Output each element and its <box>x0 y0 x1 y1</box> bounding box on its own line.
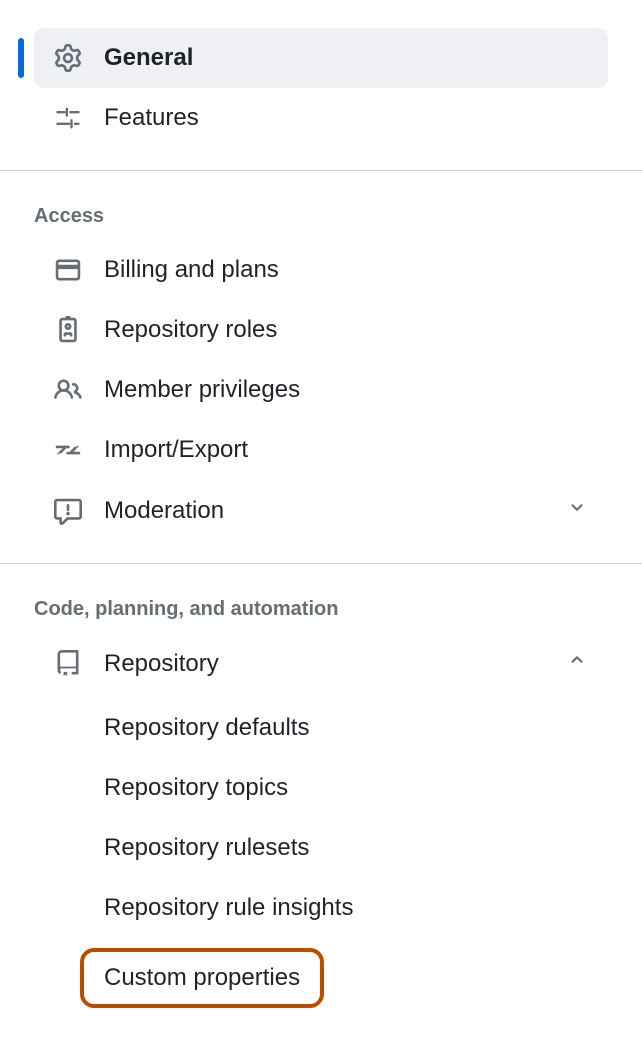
chevron-down-icon[interactable] <box>566 496 588 525</box>
sub-item-repo-rulesets[interactable]: Repository rulesets <box>84 818 608 878</box>
code-group: Code, planning, and automation Repositor… <box>0 564 642 1012</box>
sub-item-repo-topics[interactable]: Repository topics <box>84 758 608 818</box>
repo-icon <box>54 650 82 678</box>
repository-sublist: Repository defaults Repository topics Re… <box>34 694 608 1008</box>
sidebar-item-import-export[interactable]: Import/Export <box>34 420 608 480</box>
sidebar-item-moderation[interactable]: Moderation <box>34 480 608 541</box>
people-icon <box>54 376 82 404</box>
sub-item-repo-defaults[interactable]: Repository defaults <box>84 698 608 758</box>
sidebar-item-label: Features <box>104 104 588 132</box>
sub-item-custom-properties[interactable]: Custom properties <box>80 948 324 1008</box>
sidebar-item-roles[interactable]: Repository roles <box>34 300 608 360</box>
sidebar-item-billing[interactable]: Billing and plans <box>34 240 608 300</box>
sidebar-item-features[interactable]: Features <box>34 88 608 148</box>
sidebar-item-general[interactable]: General <box>34 28 608 88</box>
arrow-switch-icon <box>54 436 82 464</box>
sidebar-item-repository[interactable]: Repository <box>34 633 608 694</box>
id-badge-icon <box>54 316 82 344</box>
sub-item-custom-properties-wrapper: Custom properties <box>84 938 608 1008</box>
section-header-access: Access <box>34 189 608 240</box>
settings-sidebar: General Features Access Billing and plan… <box>0 0 642 1012</box>
sidebar-item-privileges[interactable]: Member privileges <box>34 360 608 420</box>
report-icon <box>54 497 82 525</box>
sidebar-item-label: Moderation <box>104 497 544 525</box>
sidebar-item-label: Billing and plans <box>104 256 588 284</box>
sidebar-item-label: Import/Export <box>104 436 588 464</box>
gear-icon <box>54 44 82 72</box>
sidebar-item-label: Repository roles <box>104 316 588 344</box>
sub-item-repo-rule-insights[interactable]: Repository rule insights <box>84 878 608 938</box>
credit-card-icon <box>54 256 82 284</box>
sidebar-item-label: Repository <box>104 650 544 678</box>
top-group: General Features <box>0 10 642 152</box>
sidebar-item-label: General <box>104 44 588 72</box>
sidebar-item-label: Member privileges <box>104 376 588 404</box>
chevron-up-icon[interactable] <box>566 649 588 678</box>
section-header-code: Code, planning, and automation <box>34 582 608 633</box>
access-group: Access Billing and plans Repository role… <box>0 171 642 545</box>
sliders-icon <box>54 104 82 132</box>
